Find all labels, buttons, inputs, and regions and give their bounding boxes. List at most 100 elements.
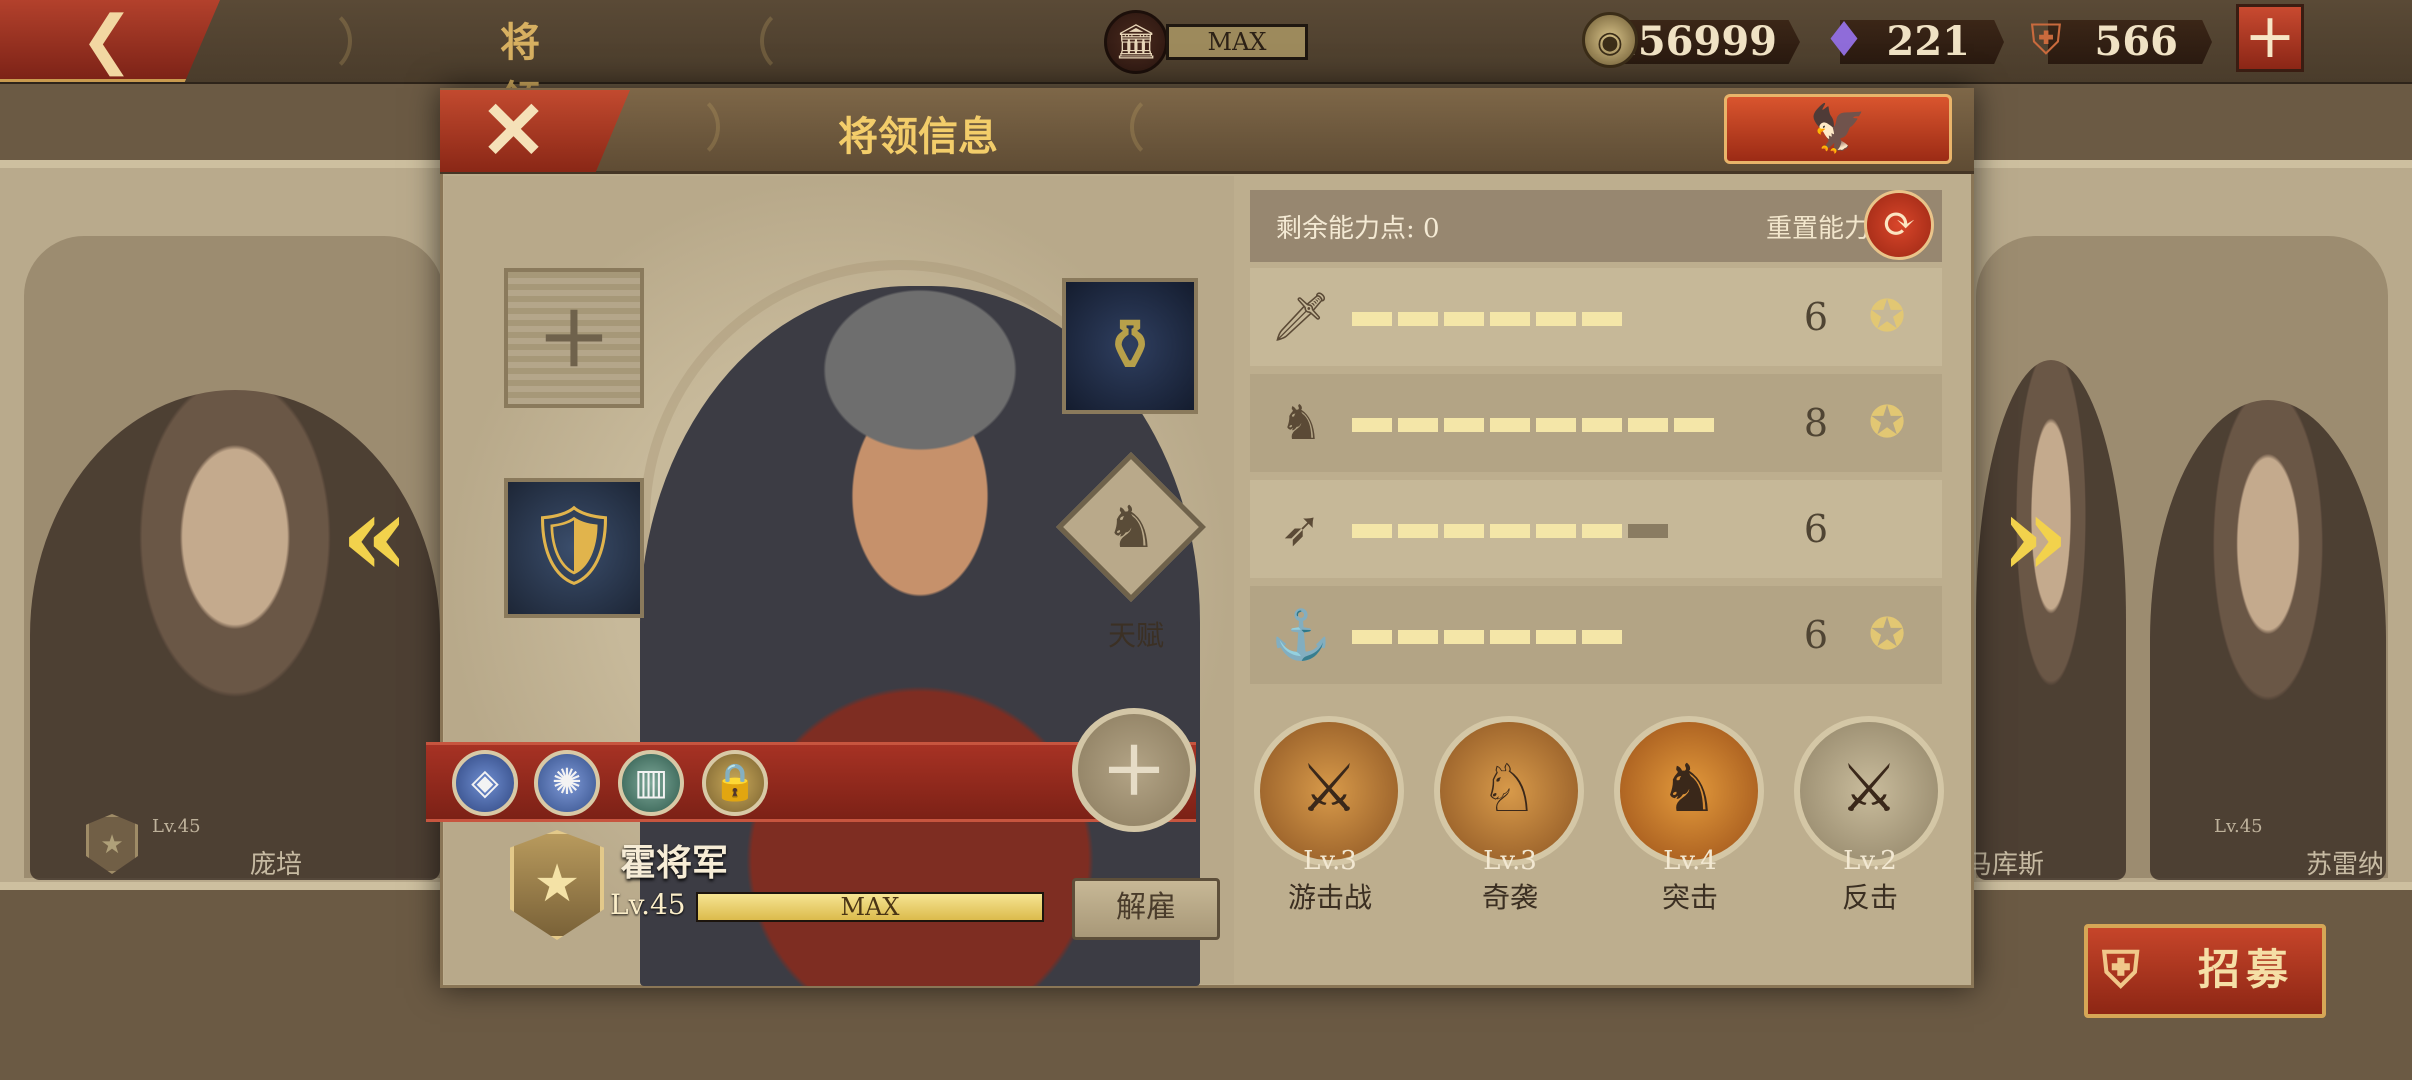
stat-bar-segment — [1536, 630, 1576, 644]
stat-bar-segment — [1352, 630, 1392, 644]
stat-bar-segment — [1444, 524, 1484, 538]
laurel-left-icon — [282, 6, 352, 76]
back-button[interactable]: ❮ — [0, 0, 220, 82]
laurel-right-icon — [1130, 92, 1200, 162]
stat-bar-segment — [1398, 630, 1438, 644]
tactic-assault-button[interactable]: ♞ — [1614, 716, 1764, 866]
stat-value: 6 — [1803, 295, 1829, 339]
page-title: 将 领 — [500, 19, 554, 124]
building-level: MAX — [1166, 24, 1308, 60]
dialog-title: 将领信息 — [838, 113, 998, 160]
hero-name: 霍将军 — [620, 842, 729, 884]
tactic-name: 反击 — [1841, 881, 1898, 914]
tactic-level: Lv.3 — [1483, 846, 1537, 876]
laurel-left-icon — [650, 92, 720, 162]
stat-bar-segment — [1398, 312, 1438, 326]
tactic-level: Lv.3 — [1303, 846, 1357, 876]
horse-icon: ♞ — [1279, 395, 1323, 451]
helmet-plus-icon: ⛨ — [2102, 940, 2146, 999]
hero-card-surena[interactable] — [2150, 400, 2386, 880]
stat-bar-segment — [1490, 524, 1530, 538]
stat-bar-segment — [1444, 418, 1484, 432]
cauldron-icon: ⚱ — [1099, 303, 1161, 387]
tactic-name: 突击 — [1661, 881, 1718, 914]
stat-bar-segment — [1490, 418, 1530, 432]
equip-slot-shield[interactable]: 🛡 — [504, 478, 644, 618]
stat-bar-segment — [1582, 312, 1622, 326]
tactic-name: 游击战 — [1287, 881, 1372, 914]
stat-bar-segment — [1352, 418, 1392, 432]
coin-count: 256999 — [1610, 20, 1800, 64]
eagle-button[interactable]: 🦅 — [1724, 94, 1952, 164]
hero-card-marcus[interactable] — [1976, 360, 2126, 880]
stat-bar-segment — [1536, 418, 1576, 432]
recruit-label: 招募 — [2198, 945, 2295, 994]
lock-icon[interactable]: 🔒 — [702, 750, 768, 816]
xp-label: MAX — [840, 893, 900, 921]
laurel-star-icon[interactable]: ✪ — [1852, 388, 1922, 458]
stat-bar-segment — [1628, 418, 1668, 432]
equip-slot-empty[interactable]: + — [504, 268, 644, 408]
tactic-raid-button[interactable]: ♘ — [1434, 716, 1584, 866]
horse-head-icon: ♞ — [1105, 493, 1157, 561]
stat-bar-segment — [1490, 630, 1530, 644]
next-hero-arrow-icon[interactable]: » — [2000, 481, 2070, 591]
anchor-icon: ⚓ — [1271, 607, 1331, 663]
stat-value: 6 — [1803, 613, 1829, 657]
infantry-icon: ⚔ — [1299, 750, 1359, 827]
bow-icon: ➶ — [1280, 501, 1322, 557]
skill-icon-beast[interactable]: ✺ — [534, 750, 600, 816]
hero-name: 马库斯 — [1966, 850, 2045, 880]
stat-bar-segment — [1352, 312, 1392, 326]
coin-icon: ◉ — [1582, 12, 1638, 68]
stat-bar-segment — [1674, 418, 1714, 432]
add-resource-button[interactable]: + — [2236, 4, 2304, 72]
tactic-guerrilla-button[interactable]: ⚔ — [1254, 716, 1404, 866]
hero-level: Lv.45 — [610, 888, 686, 921]
stat-bar-segment — [1628, 524, 1668, 538]
chariot-icon: ♘ — [1479, 750, 1539, 827]
stat-bar-segment — [1352, 524, 1392, 538]
laurel-right-icon — [760, 6, 830, 76]
hero-card-pompey[interactable] — [30, 390, 440, 880]
sword-icon: 🗡 — [1270, 289, 1332, 345]
hero-level: Lv.45 — [152, 816, 201, 837]
stat-bar-segment — [1490, 312, 1530, 326]
prev-hero-arrow-icon[interactable]: « — [340, 481, 410, 591]
stat-bar-segment — [1536, 312, 1576, 326]
stat-bar-segment — [1444, 630, 1484, 644]
dismiss-button[interactable]: 解雇 — [1072, 878, 1220, 940]
laurel-star-icon[interactable]: ✪ — [1852, 600, 1922, 670]
eagle-shield-icon: 🛡 — [524, 501, 624, 591]
stat-bar-segment — [1536, 524, 1576, 538]
add-skill-button[interactable]: + — [1072, 708, 1196, 832]
tactic-level: Lv.2 — [1843, 846, 1897, 876]
stat-bar-segment — [1398, 524, 1438, 538]
plus-icon: + — [536, 283, 612, 388]
equip-slot-cauldron[interactable]: ⚱ — [1062, 278, 1198, 414]
tactic-name: 奇袭 — [1481, 881, 1538, 914]
building-icon[interactable]: 🏛 — [1104, 10, 1168, 74]
helmet-icon: ⛨ — [2030, 15, 2062, 64]
talent-label: 天赋 — [1107, 619, 1164, 652]
swordsmen-icon: ⚔ — [1839, 750, 1899, 827]
stat-bar-segment — [1398, 418, 1438, 432]
recruit-button[interactable]: ⛨ 招募 — [2084, 924, 2326, 1018]
stat-bar-segment — [1582, 418, 1622, 432]
stat-value: 8 — [1803, 401, 1829, 445]
cavalry-icon: ♞ — [1659, 750, 1719, 827]
refresh-icon: ⟳ — [1882, 201, 1916, 247]
laurel-star-icon[interactable]: ✪ — [1852, 282, 1922, 352]
stat-bar-segment — [1582, 524, 1622, 538]
gem-icon: ♦ — [1822, 12, 1866, 68]
tactic-level: Lv.4 — [1663, 846, 1717, 876]
skill-icon-gate[interactable]: ▥ — [618, 750, 684, 816]
reset-points-button[interactable]: ⟳ — [1864, 190, 1934, 260]
remaining-points-label: 剩余能力点: 0 — [1276, 214, 1440, 244]
eagle-icon: 🦅 — [1809, 101, 1867, 155]
hero-name: 庞培 — [250, 850, 303, 880]
skill-icon-shield[interactable]: ◈ — [452, 750, 518, 816]
stat-bar-segment — [1444, 312, 1484, 326]
tactic-counter-button[interactable]: ⚔ — [1794, 716, 1944, 866]
stat-bar-segment — [1582, 630, 1622, 644]
